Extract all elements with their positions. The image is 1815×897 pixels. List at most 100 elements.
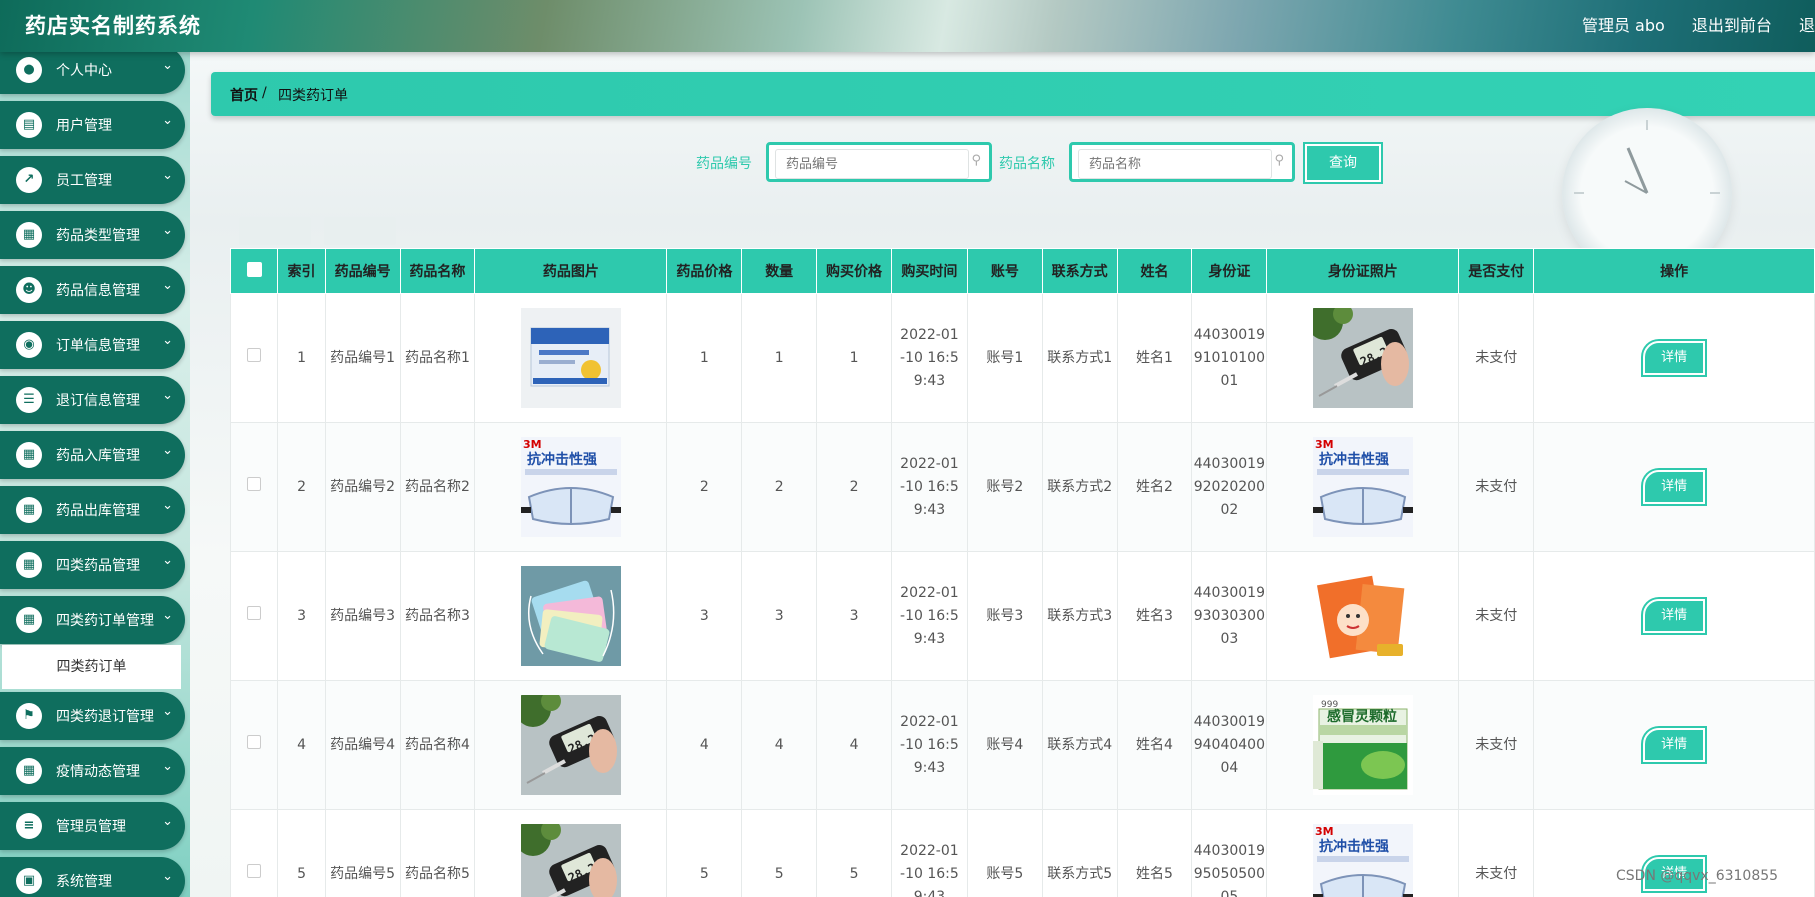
sidebar-item[interactable]: ◉ 订单信息管理 ⌄ — [0, 321, 185, 369]
cell-time: 2022-01-10 16:59:43 — [890, 680, 968, 810]
drug-image-cell — [474, 293, 668, 423]
grid-icon: ▦ — [16, 442, 42, 468]
cell-id_no: 440300199404040004 — [1191, 680, 1268, 810]
cell-price: 3 — [666, 551, 743, 681]
cell-paid: 未支付 — [1458, 809, 1535, 897]
chevron-down-icon: ⌄ — [162, 113, 173, 128]
cell-buy_price: 4 — [816, 680, 892, 810]
column-header: 姓名 — [1116, 248, 1193, 294]
query-button[interactable]: 查询 — [1305, 144, 1381, 182]
cell-qty: 3 — [741, 551, 818, 681]
wallet-icon: ▣ — [16, 868, 42, 894]
sidebar-item[interactable]: ▦ 四类药订单管理 ⌄ — [0, 596, 185, 644]
id-photo: 28.2 — [1312, 308, 1413, 408]
sidebar-item-label: 四类药订单管理 — [56, 613, 154, 629]
cell-account: 账号2 — [966, 422, 1043, 552]
cell-name: 药品名称5 — [399, 809, 476, 897]
sidebar-item[interactable]: ▦ 四类药品管理 ⌄ — [0, 541, 185, 589]
cell-index: 4 — [277, 680, 326, 810]
cell-qty: 4 — [741, 680, 818, 810]
drug-code-label: 药品编号 — [696, 156, 752, 172]
sliders-icon: ≡ — [16, 813, 42, 839]
drug-image: 3M 抗冲击性强 — [520, 437, 621, 537]
drug-code-input[interactable] — [775, 149, 969, 179]
svg-text:3M: 3M — [523, 438, 542, 451]
cell-index: 1 — [277, 293, 326, 423]
sidebar-item[interactable]: ☰ 退订信息管理 ⌄ — [0, 376, 185, 424]
drug-name-search: ⚲ — [1069, 142, 1295, 182]
row-select-cell — [229, 809, 279, 897]
sidebar-item[interactable]: ● 个人中心 ⌄ — [0, 52, 185, 94]
sidebar-item[interactable]: ▦ 药品出库管理 ⌄ — [0, 486, 185, 534]
row-checkbox[interactable] — [247, 476, 262, 491]
chevron-down-icon: ⌄ — [162, 814, 173, 829]
sidebar-subitem-orders[interactable]: 四类药订单 — [2, 645, 181, 689]
sidebar-item[interactable]: ⚑ 四类药退订管理 ⌄ — [0, 692, 185, 740]
row-checkbox[interactable] — [247, 734, 262, 749]
list-icon: ☰ — [16, 387, 42, 413]
add-button[interactable] — [239, 217, 311, 245]
sidebar-item-label: 员工管理 — [56, 173, 112, 189]
chevron-down-icon: ⌄ — [162, 498, 173, 513]
column-header: 操作 — [1533, 248, 1815, 294]
select-all-checkbox[interactable] — [246, 261, 262, 277]
chart-icon: ↗ — [16, 167, 42, 193]
id-photo — [1312, 566, 1413, 666]
cell-price: 5 — [666, 809, 743, 897]
sidebar-item[interactable]: ▦ 药品入库管理 ⌄ — [0, 431, 185, 479]
delete-button[interactable] — [324, 217, 396, 245]
detail-button[interactable]: 详情 — [1643, 599, 1706, 633]
sidebar-item[interactable]: ▤ 用户管理 ⌄ — [0, 101, 185, 149]
row-select-cell — [229, 680, 279, 810]
detail-button[interactable]: 详情 — [1643, 341, 1706, 375]
table-row: 5 药品编号5 药品名称5 28.2 5 5 5 2022-01-10 16:59:43 账号5… — [229, 809, 1815, 897]
cell-id_no: 440300199202020002 — [1191, 422, 1268, 552]
column-header: 购买价格 — [816, 248, 892, 294]
detail-button[interactable]: 详情 — [1643, 470, 1706, 504]
chevron-down-icon: ⌄ — [162, 869, 173, 884]
sidebar-item[interactable]: ☻ 药品信息管理 ⌄ — [0, 266, 185, 314]
cell-code: 药品编号5 — [324, 809, 401, 897]
row-checkbox[interactable] — [247, 605, 262, 620]
sidebar-item[interactable]: ▦ 疫情动态管理 ⌄ — [0, 747, 185, 795]
cell-price: 2 — [666, 422, 743, 552]
table-row: 2 药品编号2 药品名称2 3M 抗冲击性强 2 2 2 2022-01-10 16:59:43… — [229, 422, 1815, 552]
detail-button[interactable]: 详情 — [1643, 728, 1706, 762]
cell-buy_price: 5 — [816, 809, 892, 897]
select-all-header[interactable] — [229, 248, 279, 294]
id-photo: 3M 抗冲击性强 — [1312, 824, 1413, 897]
sidebar-item[interactable]: ≡ 管理员管理 ⌄ — [0, 802, 185, 850]
clipboard-icon: ▤ — [16, 112, 42, 138]
cell-id_no: 440300199303030003 — [1191, 551, 1268, 681]
back-to-front-link[interactable]: 退出到前台 — [1692, 16, 1772, 35]
column-header: 是否支付 — [1458, 248, 1535, 294]
breadcrumb-home[interactable]: 首页 — [230, 85, 258, 105]
sidebar-item[interactable]: ▣ 系统管理 ⌄ — [0, 857, 185, 897]
sidebar-item[interactable]: ▦ 药品类型管理 ⌄ — [0, 211, 185, 259]
action-cell: 详情 — [1533, 551, 1815, 681]
cell-account: 账号3 — [966, 551, 1043, 681]
logout-link[interactable]: 退 — [1799, 16, 1815, 35]
cell-qty: 2 — [741, 422, 818, 552]
column-header: 联系方式 — [1041, 248, 1118, 294]
cell-contact: 联系方式5 — [1041, 809, 1118, 897]
column-header: 数量 — [741, 248, 818, 294]
sidebar-item-label: 个人中心 — [56, 63, 112, 79]
sidebar-item-label: 药品类型管理 — [56, 228, 140, 244]
location-icon: ◉ — [16, 332, 42, 358]
watermark: CSDN @qqvx_6310855 — [1616, 868, 1779, 884]
column-header: 药品编号 — [324, 248, 401, 294]
svg-text:3M: 3M — [1315, 825, 1334, 838]
sidebar-item[interactable]: ↗ 员工管理 ⌄ — [0, 156, 185, 204]
drug-name-input[interactable] — [1078, 149, 1272, 179]
drug-code-search: ⚲ — [766, 142, 992, 182]
cell-time: 2022-01-10 16:59:43 — [890, 551, 968, 681]
cell-account: 账号1 — [966, 293, 1043, 423]
search-icon: ⚲ — [1274, 153, 1284, 168]
table-row: 4 药品编号4 药品名称4 28.2 4 4 4 2022-01-10 16:59:43 账号4… — [229, 680, 1815, 810]
column-header: 药品图片 — [474, 248, 668, 294]
row-checkbox[interactable] — [247, 347, 262, 362]
admin-user-label[interactable]: 管理员 abo — [1582, 16, 1665, 35]
row-checkbox[interactable] — [247, 863, 262, 878]
cell-paid: 未支付 — [1458, 293, 1535, 423]
